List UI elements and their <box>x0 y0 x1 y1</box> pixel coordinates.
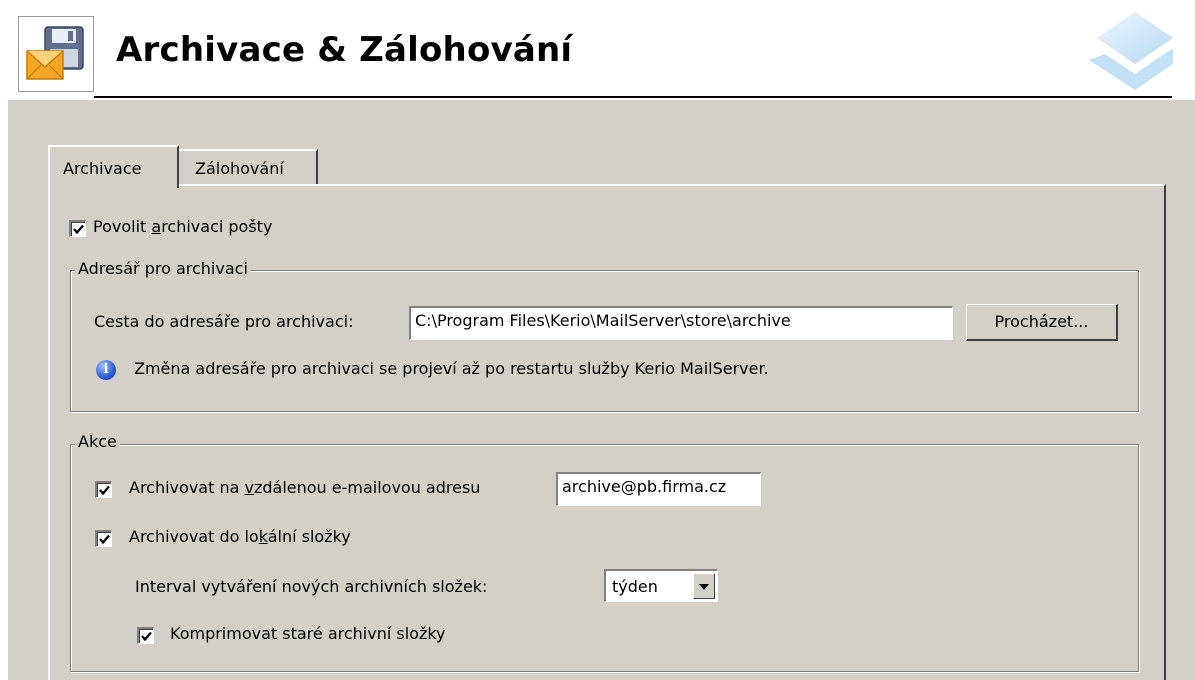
header: Archivace & Zálohování <box>0 0 1195 100</box>
archive-backup-icon <box>18 16 94 92</box>
title-divider <box>94 96 1172 98</box>
tab-content-frame <box>48 184 1166 680</box>
page-title: Archivace & Zálohování <box>116 30 573 70</box>
tab-archivace[interactable]: Archivace <box>48 145 179 188</box>
tab-zalohovani[interactable]: Zálohování <box>179 149 318 184</box>
kerio-logo-icon <box>1075 8 1175 102</box>
